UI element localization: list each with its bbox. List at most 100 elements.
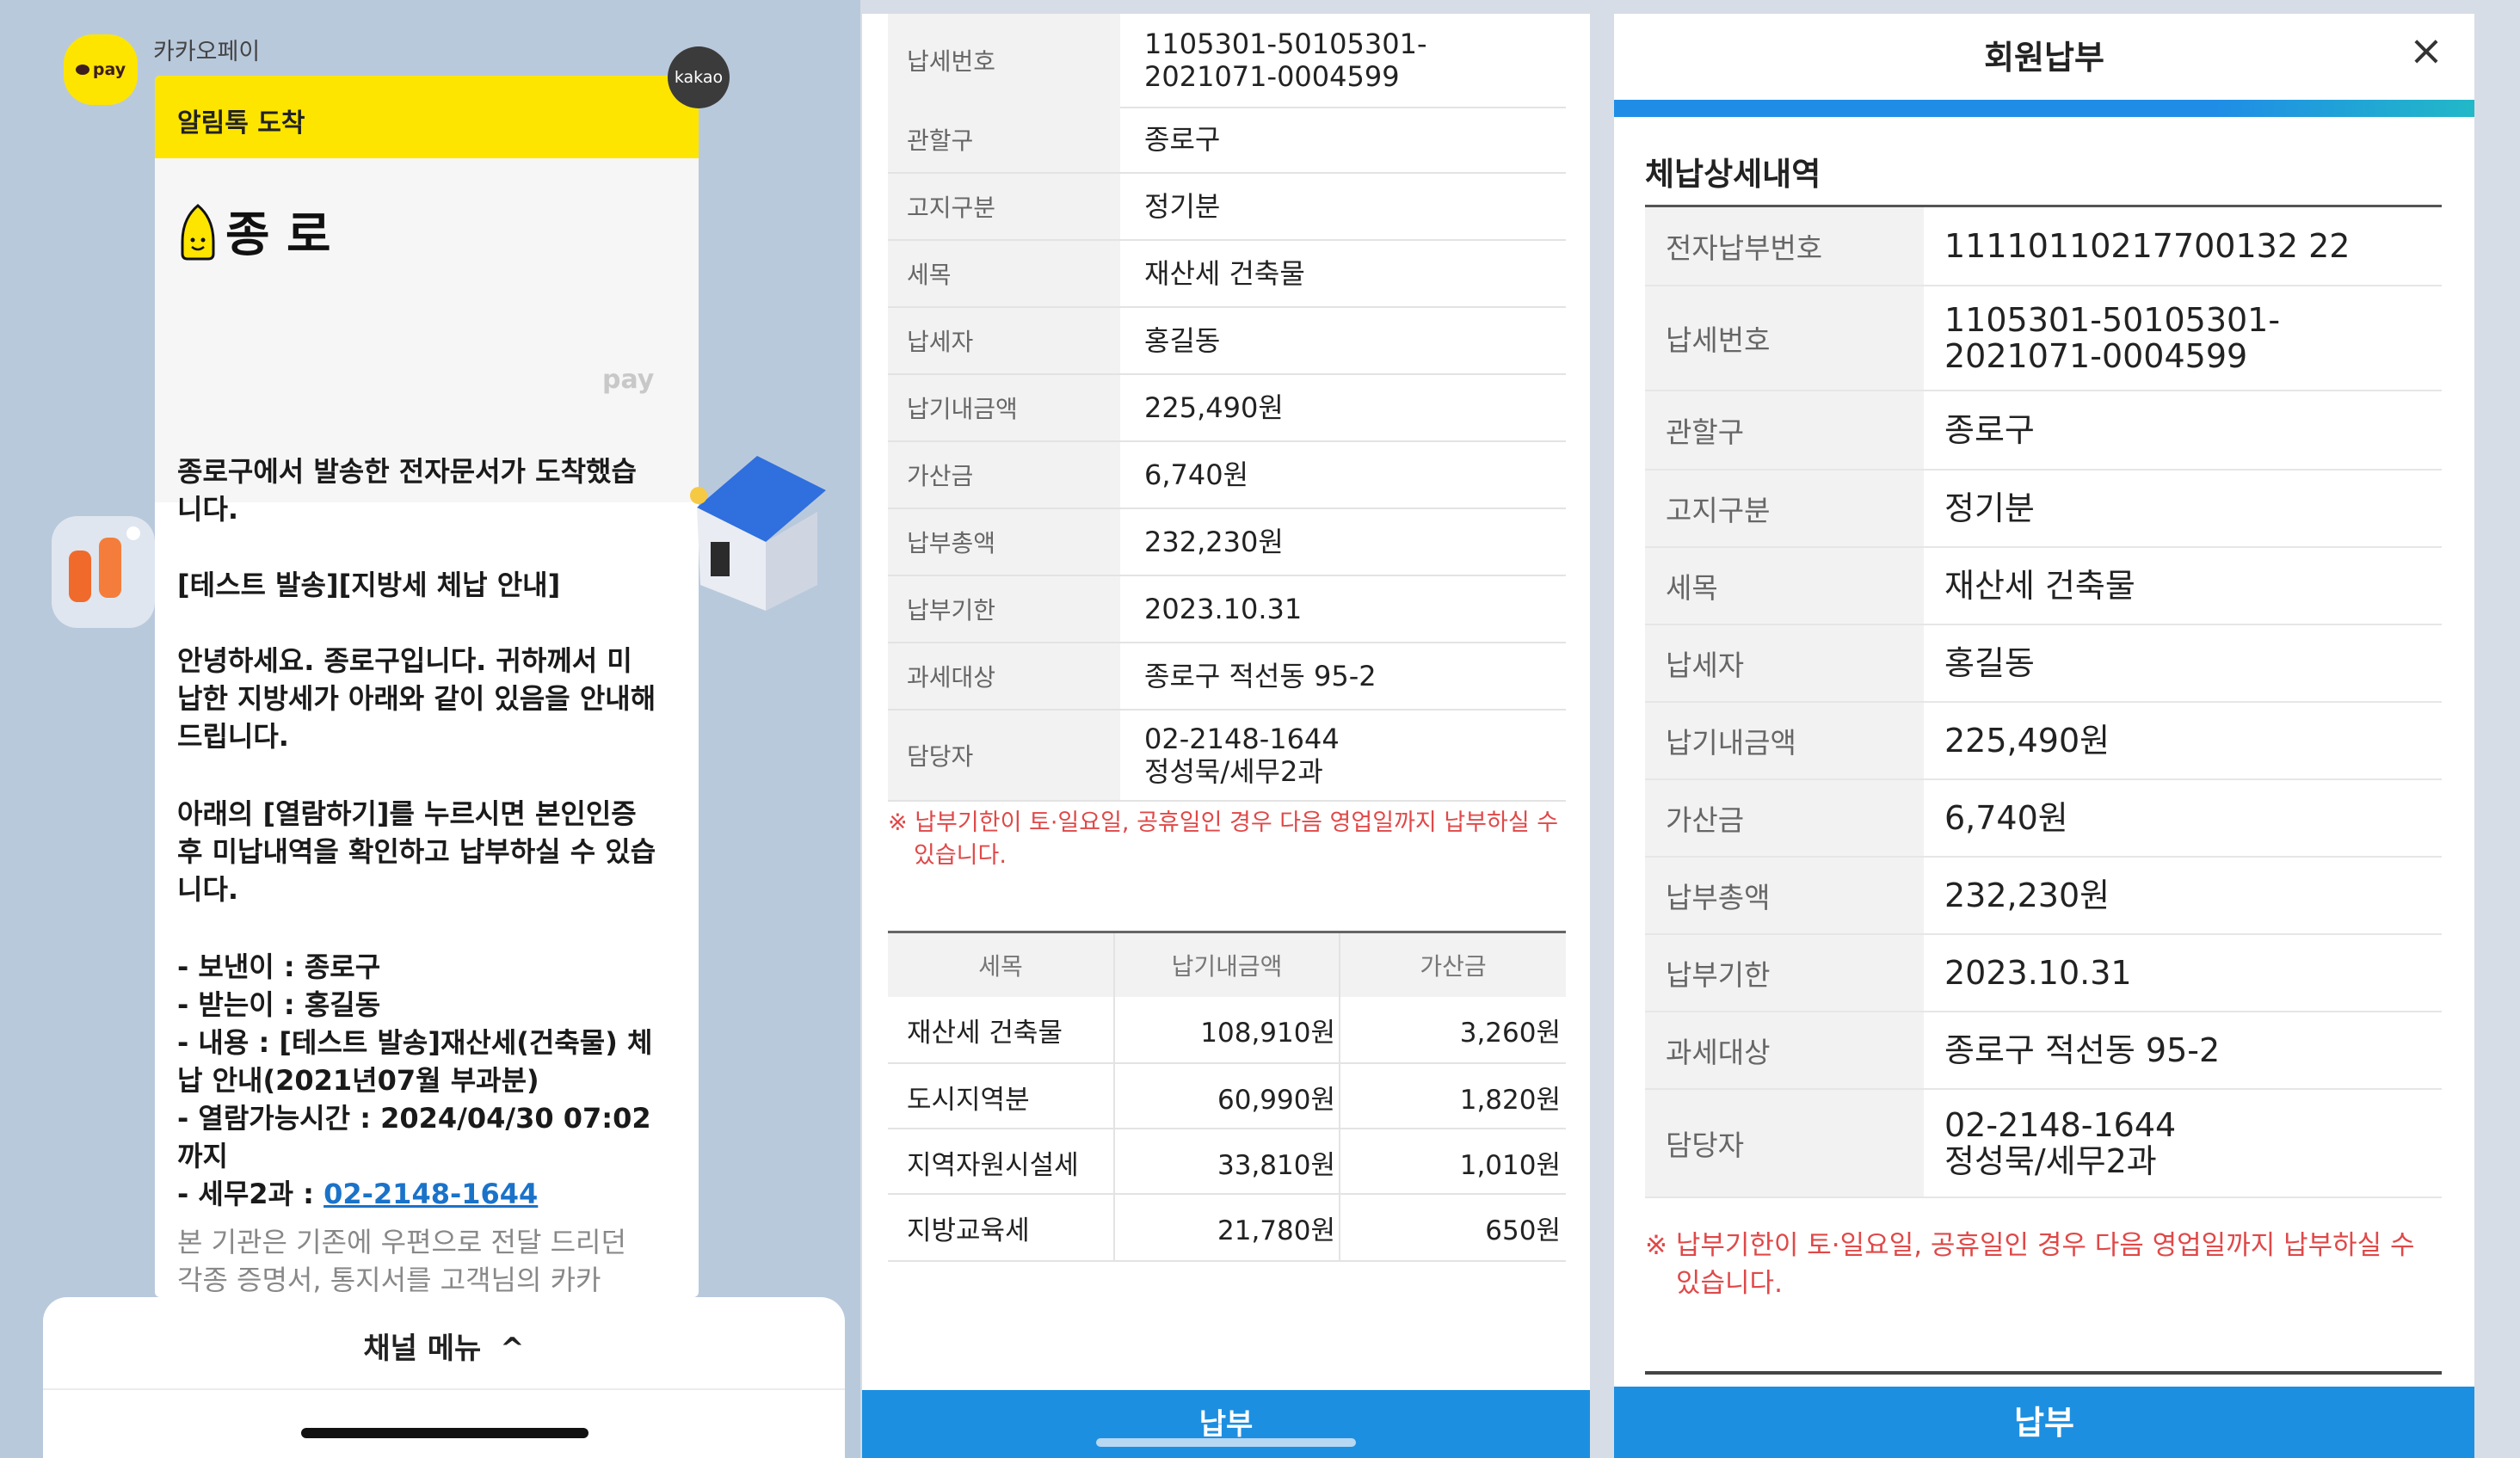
detail-row: 세목 재산세 건축물 [1645,548,2442,625]
alimtalk-card[interactable]: 알림톡 도착 종 로 pay 종로구에서 발송한 전자문서가 도착했습 니다. … [155,76,699,1297]
tax-breakdown-table: 세목 납기내금액 가산금 재산세 건축물 108,910원 3,260원 도시지… [888,931,1566,1262]
member-payment-panel: 회원납부 × 체납상세내역 전자납부번호 11110110217700132 2… [1614,14,2474,1458]
row-divider [888,1193,1566,1195]
detail-value: 6,740원 [1144,458,1249,491]
phone-link[interactable]: 02-2148-1644 [323,1178,538,1210]
due-date-notice: ※ 납부기한이 토·일요일, 공휴일인 경우 다음 영업일까지 납부하실 수 있… [1645,1227,2437,1302]
detail-row: 고지구분 정기분 [888,174,1566,241]
msg-line: 안녕하세요. 종로구입니다. 귀하께서 미 [177,644,632,677]
detail-row: 납세번호 1105301-50105301- 2021071-0004599 [888,14,1566,108]
detail-label: 납세번호 [888,14,1120,107]
detail-label: 전자납부번호 [1645,207,1924,285]
detail-label: 납세자 [888,308,1120,373]
channel-menu-sheet: 채널 메뉴 ^ [43,1297,845,1458]
table-cell: 650원 [1485,1215,1561,1246]
progress-bar [1614,100,2474,117]
card-header: 알림톡 도착 [155,76,699,158]
detail-label: 납기내금액 [888,375,1120,440]
channel-menu-button[interactable]: 채널 메뉴 ^ [43,1325,845,1367]
msg-line: 아래의 [열람하기]를 누르시면 본인인증 [177,797,637,830]
notice-line: 있습니다. [1676,1268,1783,1299]
detail-label: 가산금 [888,442,1120,508]
notice-line: ※ 납부기한이 토·일요일, 공휴일인 경우 다음 영업일까지 납부하실 수 [1645,1230,2415,1261]
msg-line: 납한 지방세가 아래와 같이 있음을 안내해 [177,682,656,715]
sender-name: 카카오페이 [153,39,261,65]
house-icon [690,456,826,611]
msg-line: 드립니다. [177,720,289,753]
msg-line: - 받는이 : 홍길동 [177,988,381,1021]
detail-row: 납기내금액 225,490원 [1645,703,2442,780]
detail-row: 납부총액 232,230원 [888,509,1566,576]
row-divider [888,1260,1566,1262]
detail-row: 과세대상 종로구 적선동 95-2 [888,643,1566,711]
detail-value: 정기분 [1944,489,2035,527]
detail-value-line: 1105301-50105301- [1944,301,2281,339]
detail-row: 납세자 홍길동 [1645,625,2442,703]
detail-value: 종로구 적선동 95-2 [1144,660,1377,692]
msg-line: 까지 [177,1140,228,1172]
detail-row: 납부총액 232,230원 [1645,858,2442,935]
due-date-notice: ※ 납부기한이 토·일요일, 공휴일인 경우 다음 영업일까지 납부하실 수 있… [888,807,1559,872]
detail-value-line: 02-2148-1644 [1944,1106,2177,1144]
detail-value: 1105301-50105301- 2021071-0004599 [1944,286,2280,390]
detail-value: 종로구 [1944,411,2035,449]
page-title: 회원납부 [1984,39,2104,77]
home-indicator[interactable] [1096,1438,1356,1447]
pay-watermark: pay [602,365,655,395]
card-header-title: 알림톡 도착 [177,108,305,138]
section-title: 체납상세내역 [1645,156,1821,193]
detail-row: 담당자 02-2148-1644 정성묵/세무2과 [1645,1090,2442,1198]
detail-value-line: 정성묵/세무2과 [1144,755,1323,788]
row-divider [888,1062,1566,1064]
detail-row: 관할구 종로구 [1645,391,2442,471]
table-header: 납기내금액 [1115,933,1339,997]
table-cell: 33,810원 [1217,1149,1335,1181]
detail-label: 납부총액 [1645,858,1924,933]
msg-line: - 내용 : [테스트 발송]재산세(건축물) 체 [177,1026,653,1059]
avatar-label: pay [92,60,126,79]
divider [43,1388,845,1390]
detail-row: 가산금 6,740원 [888,442,1566,509]
detail-row: 고지구분 정기분 [1645,471,2442,548]
detail-value: 1105301-50105301- 2021071-0004599 [1144,14,1426,107]
detail-value: 11110110217700132 22 [1944,227,2351,265]
table-cell: 재산세 건축물 [907,1017,1063,1049]
table-header: 가산금 [1340,933,1566,997]
pay-button[interactable]: 납부 [862,1390,1590,1458]
jongno-logo: 종 로 [179,196,331,266]
pay-button[interactable]: 납부 [1614,1387,2474,1458]
row-divider [888,1128,1566,1129]
detail-value: 225,490원 [1944,722,2110,760]
detail-row: 담당자 02-2148-1644 정성묵/세무2과 [888,711,1566,802]
detail-row: 관할구 종로구 [888,107,1566,174]
detail-label: 관할구 [888,107,1120,172]
kakaopay-avatar[interactable]: pay [64,34,138,105]
table-cell: 도시지역분 [907,1084,1030,1116]
notice-line: ※ 납부기한이 토·일요일, 공휴일인 경우 다음 영업일까지 납부하실 수 [888,809,1559,836]
detail-row: 과세대상 종로구 적선동 95-2 [1645,1012,2442,1090]
msg-line: 후 미납내역을 확인하고 납부하실 수 있습 [177,835,656,868]
detail-label: 고지구분 [888,174,1120,239]
msg-line: - 열람가능시간 : 2024/04/30 07:02 [177,1102,651,1135]
detail-value-line: 2021071-0004599 [1944,337,2248,375]
detail-row: 납세번호 1105301-50105301- 2021071-0004599 [1645,286,2442,391]
decorative-blocks-icon [52,516,155,628]
notice-line: 있습니다. [914,842,1007,869]
detail-value: 232,230원 [1944,877,2110,914]
detail-row: 전자납부번호 11110110217700132 22 [1645,207,2442,286]
table-cell: 1,820원 [1459,1084,1561,1116]
kakao-badge: kakao [668,46,730,108]
close-icon[interactable]: × [2406,30,2447,72]
msg-line: 종로구에서 발송한 전자문서가 도착했습 [177,455,637,488]
detail-value: 재산세 건축물 [1944,567,2135,605]
detail-value: 232,230원 [1144,526,1284,558]
msg-line: 니다. [177,493,239,526]
chat-bubble-icon [75,65,89,75]
table-header: 세목 [888,933,1113,997]
detail-label: 과세대상 [888,643,1120,709]
tax-detail-panel: 납세번호 1105301-50105301- 2021071-0004599 관… [862,14,1590,1458]
home-indicator[interactable] [301,1428,588,1438]
detail-label: 관할구 [1645,391,1924,469]
detail-row: 가산금 6,740원 [1645,780,2442,858]
detail-value: 02-2148-1644 정성묵/세무2과 [1144,711,1340,800]
